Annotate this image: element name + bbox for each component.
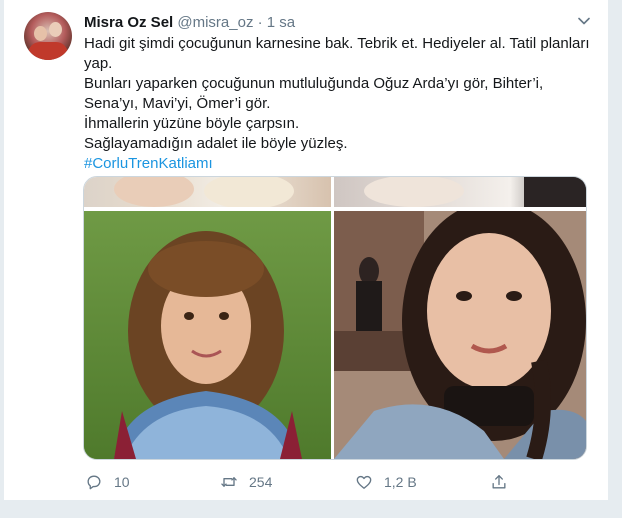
tweet-text-line: Sağlayamadığın adalet ile böyle yüzleş.: [84, 135, 348, 152]
page-right-edge: [608, 0, 622, 518]
author-name[interactable]: Misra Oz Sel: [84, 14, 173, 31]
avatar-face-left: [34, 26, 47, 41]
like-count: 1,2 B: [384, 474, 417, 490]
share-button[interactable]: [489, 470, 519, 494]
tweet-text-line: yap.: [84, 55, 113, 72]
tweet-text-line: Hadi git şimdi çocuğunun karnesine bak. …: [84, 35, 590, 52]
avatar[interactable]: [24, 12, 72, 60]
tweet-text-line: Bunları yaparken çocuğunun mutluluğunda …: [84, 75, 544, 92]
reply-button[interactable]: 10: [84, 470, 130, 494]
retweet-count: 254: [249, 474, 273, 490]
tweet-timestamp[interactable]: 1 sa: [267, 14, 295, 31]
retweet-button[interactable]: 254: [219, 470, 272, 494]
reply-count: 10: [114, 474, 130, 490]
reply-icon: [87, 475, 101, 490]
author-handle[interactable]: @misra_oz: [177, 14, 253, 31]
page-bottom-edge: [0, 500, 622, 518]
media-grid[interactable]: [83, 176, 587, 460]
tweet-text-line: İhmallerin yüzüne böyle çarpsın.: [84, 115, 300, 132]
photo-top-right[interactable]: [334, 177, 586, 207]
caret-down-icon[interactable]: [578, 14, 590, 26]
photo-bottom-right[interactable]: [334, 211, 586, 459]
page-left-edge: [0, 0, 4, 518]
share-icon: [492, 475, 506, 489]
hashtag-link[interactable]: #CorluTrenKatliamı: [84, 154, 599, 174]
like-button[interactable]: 1,2 B: [354, 470, 417, 494]
tweet-card[interactable]: Misra Oz Sel @misra_oz · 1 sa Hadi git ş…: [14, 4, 604, 498]
tweet-text-line: Sena’yı, Mavi’yi, Ömer’i gör.: [84, 95, 271, 112]
tweet-text: Hadi git şimdi çocuğunun karnesine bak. …: [84, 34, 599, 174]
avatar-face-right: [49, 22, 62, 37]
tweet-actions: 10 254 1,2 B: [84, 470, 524, 494]
photo-top-left[interactable]: [84, 177, 331, 207]
tweet-header: Misra Oz Sel @misra_oz · 1 sa: [84, 13, 295, 33]
like-icon: [356, 475, 372, 489]
separator-dot: ·: [257, 14, 263, 31]
avatar-clothing: [28, 42, 68, 60]
retweet-icon: [221, 477, 237, 487]
photo-bottom-left[interactable]: [84, 211, 331, 459]
